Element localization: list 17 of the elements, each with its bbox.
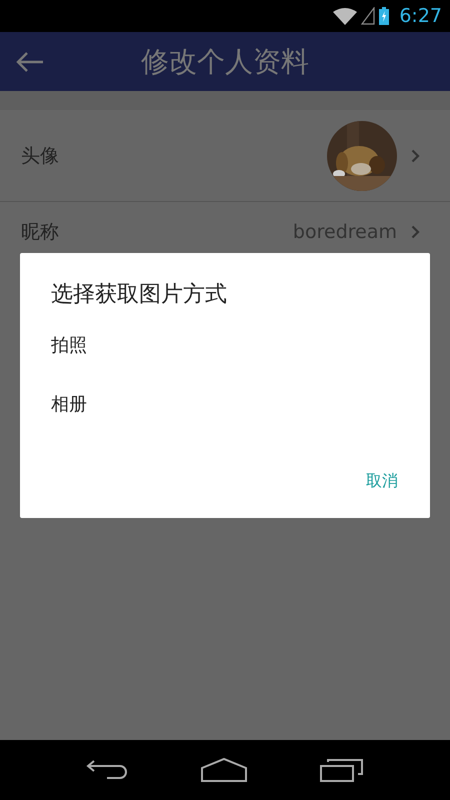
home-icon[interactable] <box>200 757 248 783</box>
row-label: 昵称 <box>21 220 60 245</box>
wifi-icon <box>333 7 358 25</box>
recent-apps-icon[interactable] <box>320 758 364 782</box>
signal-icon <box>361 7 376 25</box>
chevron-right-icon <box>411 148 420 162</box>
chevron-right-icon <box>411 225 420 239</box>
dialog-option[interactable]: 相册 <box>51 386 87 423</box>
back-arrow-icon[interactable] <box>16 50 44 72</box>
page-title: 修改个人资料 <box>141 44 309 80</box>
row-label: 头像 <box>21 144 60 168</box>
battery-icon <box>379 7 390 25</box>
clock-time: 6:27 <box>399 5 442 27</box>
back-icon[interactable] <box>86 759 128 781</box>
dialog-title: 选择获取图片方式 <box>51 281 227 309</box>
dialog-option[interactable]: 拍照 <box>51 327 87 364</box>
cancel-button[interactable]: 取消 <box>358 465 406 498</box>
